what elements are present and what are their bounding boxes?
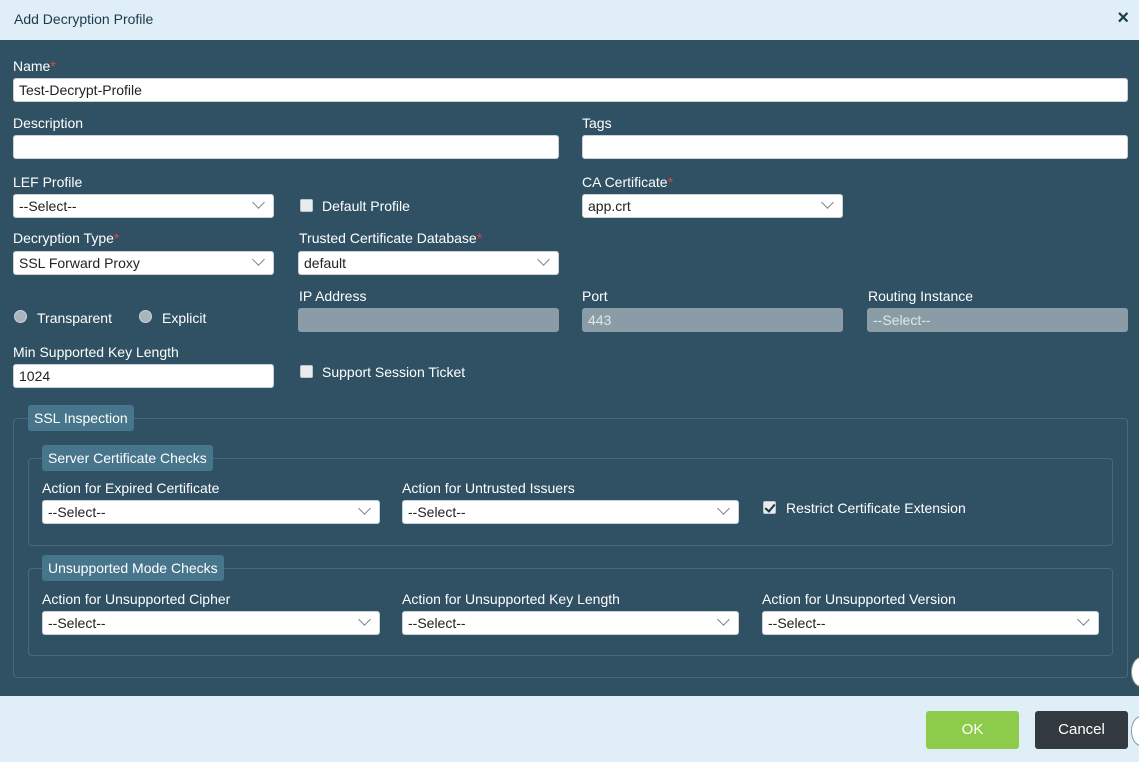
unsupported-key-length-value: --Select-- — [408, 615, 466, 631]
explicit-label: Explicit — [162, 310, 207, 326]
chevron-down-icon — [717, 502, 730, 515]
unsupported-version-select[interactable]: --Select-- — [762, 611, 1099, 635]
default-profile-checkbox[interactable] — [300, 199, 313, 212]
chevron-down-icon — [821, 196, 834, 209]
decryption-type-label: Decryption Type* — [13, 230, 120, 246]
trusted-cert-db-value: default — [304, 255, 347, 271]
tags-input[interactable] — [582, 135, 1128, 159]
unsupported-version-label: Action for Unsupported Version — [762, 591, 956, 607]
support-session-ticket-checkbox[interactable] — [300, 365, 313, 378]
chevron-down-icon — [252, 253, 265, 266]
trusted-cert-db-select[interactable]: default — [298, 251, 559, 275]
unsupported-version-value: --Select-- — [768, 615, 826, 631]
ca-certificate-value: app.crt — [588, 198, 631, 214]
restrict-cert-ext-label: Restrict Certificate Extension — [786, 500, 966, 516]
tags-label: Tags — [582, 115, 612, 131]
description-label: Description — [13, 115, 84, 131]
transparent-label: Transparent — [37, 310, 112, 326]
dialog-body: Name* Test-Decrypt-Profile Description T… — [0, 40, 1139, 696]
transparent-radio[interactable] — [14, 310, 27, 323]
server-checks-legend: Server Certificate Checks — [42, 445, 213, 471]
description-input[interactable] — [13, 135, 559, 159]
unsupported-cipher-label: Action for Unsupported Cipher — [42, 591, 231, 607]
unsupported-key-length-label: Action for Unsupported Key Length — [402, 591, 620, 607]
chevron-down-icon — [717, 613, 730, 626]
ok-button[interactable]: OK — [926, 711, 1019, 749]
untrusted-issuers-label: Action for Untrusted Issuers — [402, 480, 575, 496]
lef-profile-value: --Select-- — [19, 198, 77, 214]
routing-instance-select[interactable]: --Select-- — [867, 308, 1128, 332]
close-icon[interactable]: × — [1117, 7, 1129, 30]
unsupported-cipher-select[interactable]: --Select-- — [42, 611, 380, 635]
untrusted-issuers-select[interactable]: --Select-- — [402, 500, 739, 524]
support-session-ticket-label: Support Session Ticket — [322, 364, 466, 380]
dialog-footer: OK Cancel — [0, 696, 1139, 762]
expired-cert-select[interactable]: --Select-- — [42, 500, 380, 524]
dialog-title: Add Decryption Profile — [14, 11, 154, 27]
untrusted-issuers-value: --Select-- — [408, 504, 466, 520]
ssl-inspection-legend: SSL Inspection — [28, 405, 134, 431]
port-input[interactable]: 443 — [582, 308, 843, 332]
default-profile-label: Default Profile — [322, 198, 410, 214]
decryption-type-select[interactable]: SSL Forward Proxy — [13, 251, 274, 275]
min-key-length-input[interactable]: 1024 — [13, 364, 274, 388]
unsupported-cipher-value: --Select-- — [48, 615, 106, 631]
ip-address-input[interactable] — [298, 308, 559, 332]
ip-address-label: IP Address — [299, 288, 367, 304]
trusted-cert-db-label: Trusted Certificate Database* — [299, 230, 483, 246]
expired-cert-value: --Select-- — [48, 504, 106, 520]
dialog-titlebar: Add Decryption Profile × — [0, 0, 1139, 40]
chevron-down-icon — [358, 502, 371, 515]
unsupported-checks-legend: Unsupported Mode Checks — [42, 555, 224, 581]
routing-instance-label: Routing Instance — [868, 288, 974, 304]
name-label: Name* — [13, 58, 56, 74]
expired-cert-label: Action for Expired Certificate — [42, 480, 220, 496]
min-key-length-label: Min Supported Key Length — [13, 344, 179, 360]
chevron-down-icon — [1077, 613, 1090, 626]
name-input[interactable]: Test-Decrypt-Profile — [13, 78, 1128, 102]
decryption-type-value: SSL Forward Proxy — [19, 255, 140, 271]
unsupported-key-length-select[interactable]: --Select-- — [402, 611, 739, 635]
port-label: Port — [582, 288, 608, 304]
chevron-down-icon — [252, 196, 265, 209]
lef-profile-label: LEF Profile — [13, 174, 83, 190]
restrict-cert-ext-checkbox[interactable] — [763, 501, 776, 514]
cancel-button[interactable]: Cancel — [1035, 711, 1128, 749]
chevron-down-icon — [537, 253, 550, 266]
ca-certificate-label: CA Certificate* — [582, 174, 674, 190]
lef-profile-select[interactable]: --Select-- — [13, 194, 274, 218]
chevron-down-icon — [358, 613, 371, 626]
ca-certificate-select[interactable]: app.crt — [582, 194, 843, 218]
explicit-radio[interactable] — [139, 310, 152, 323]
